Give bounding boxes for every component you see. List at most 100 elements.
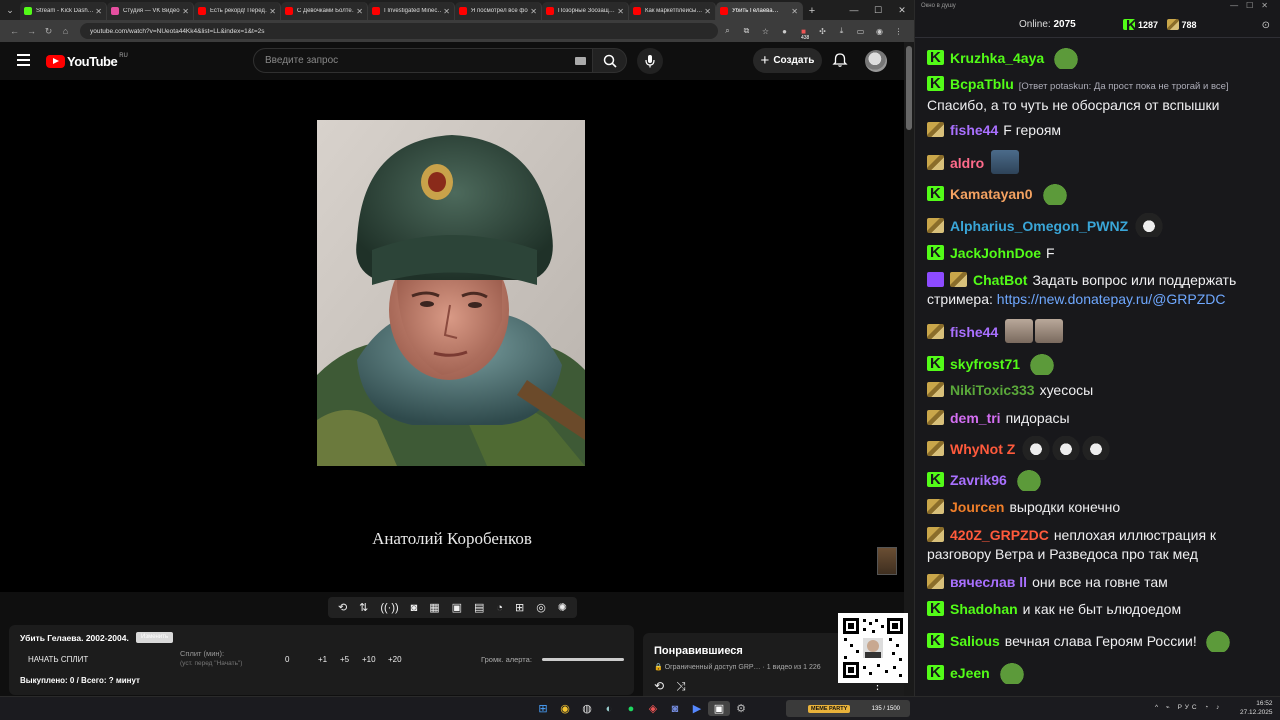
screenshot-icon[interactable]: ◎ bbox=[536, 601, 546, 614]
chat-username[interactable]: eJeen bbox=[950, 665, 990, 681]
back-icon[interactable]: ← bbox=[6, 26, 23, 36]
download-icon[interactable]: ⤓ bbox=[832, 26, 851, 36]
chat-username[interactable]: NikiToxic333 bbox=[950, 382, 1035, 398]
filmstrip-icon[interactable]: ▤ bbox=[474, 601, 484, 614]
obs-icon[interactable]: ◍ bbox=[576, 701, 598, 716]
account-avatar[interactable] bbox=[865, 50, 887, 72]
chat-username[interactable]: dem_tri bbox=[950, 410, 1001, 426]
chat-username[interactable]: Salious bbox=[950, 633, 1000, 649]
sidebar-icon[interactable]: ▭ bbox=[851, 27, 870, 36]
browser-tab[interactable]: Студия — VK Видео ✕ bbox=[107, 2, 194, 20]
alert-volume-slider[interactable] bbox=[542, 658, 624, 661]
spotify-icon[interactable]: ● bbox=[620, 701, 642, 716]
chat-username[interactable]: Alpharius_Omegon_PWNZ bbox=[950, 218, 1128, 234]
chrome-icon[interactable]: ◉ bbox=[554, 701, 576, 716]
tab-close-icon[interactable]: ✕ bbox=[530, 7, 537, 16]
install-icon[interactable]: ⧉ bbox=[737, 26, 756, 36]
app-icon[interactable]: ◈ bbox=[642, 701, 664, 716]
profile-icon[interactable]: ◉ bbox=[870, 27, 889, 36]
browser-tab[interactable]: С Девочками Болте… ✕ bbox=[281, 2, 368, 20]
url-field[interactable]: youtube.com/watch?v=NUeota44Kk4&list=LL&… bbox=[80, 23, 718, 39]
extension-dot-icon[interactable]: ● bbox=[775, 27, 794, 36]
browser-menu-icon[interactable]: ⋮ bbox=[889, 27, 908, 36]
discord-icon[interactable]: ◙ bbox=[664, 701, 686, 716]
tab-close-icon[interactable]: ✕ bbox=[95, 7, 102, 16]
chat-username[interactable]: JackJohnDoe bbox=[950, 245, 1041, 261]
sort-icon[interactable]: ⇅ bbox=[359, 601, 368, 614]
rename-button[interactable]: Изменить bbox=[136, 632, 174, 643]
chat-username[interactable]: BcpaTblu bbox=[950, 76, 1014, 92]
settings-app-icon[interactable]: ⚙ bbox=[730, 701, 752, 716]
loop-icon[interactable]: ⟲ bbox=[338, 601, 347, 614]
video-player[interactable]: Анатолий Коробенков bbox=[0, 80, 904, 592]
tab-close-icon[interactable]: ✕ bbox=[182, 7, 189, 16]
start-icon[interactable]: ⊞ bbox=[532, 701, 554, 716]
chat-link[interactable]: https://new.donatepay.ru/@GRPZDC bbox=[997, 291, 1226, 307]
extension-badge-icon[interactable]: ■ 438 bbox=[794, 27, 813, 41]
maximize-icon[interactable]: ☐ bbox=[866, 0, 890, 20]
shuffle-icon[interactable]: ⤨ bbox=[676, 679, 698, 693]
system-tray[interactable]: ^ ⌁ РУС ◔ ♪ bbox=[1155, 703, 1222, 711]
add-5-button[interactable]: +5 bbox=[340, 655, 349, 664]
audio-icon[interactable]: ((·)) bbox=[380, 602, 398, 614]
chat-settings-icon[interactable]: ⊙ bbox=[1262, 20, 1270, 31]
active-app-icon[interactable]: ▣ bbox=[708, 701, 730, 716]
chat-username[interactable]: вячеслав ll bbox=[950, 574, 1027, 590]
picture-icon[interactable]: ▣ bbox=[452, 601, 462, 614]
mini-thumbnail[interactable] bbox=[877, 547, 897, 575]
page-scrollbar[interactable] bbox=[904, 42, 914, 696]
chat-window-controls[interactable]: —☐✕ bbox=[1230, 1, 1276, 10]
chat-username[interactable]: Kamatayan0 bbox=[950, 186, 1033, 202]
forward-icon[interactable]: → bbox=[23, 26, 40, 36]
notifications-bell-icon[interactable] bbox=[832, 52, 848, 68]
browser-tab[interactable]: Как маркетплейсы… ✕ bbox=[629, 2, 716, 20]
chat-username[interactable]: Jourcen bbox=[950, 499, 1004, 515]
media-player-icon[interactable]: ▶ bbox=[686, 701, 708, 716]
repeat-icon[interactable]: ⟲ bbox=[654, 679, 676, 693]
tab-close-icon[interactable]: ✕ bbox=[617, 7, 624, 16]
browser-tab[interactable]: Stream - Kick Dash… ✕ bbox=[20, 2, 107, 20]
add-10-button[interactable]: +10 bbox=[362, 655, 376, 664]
clock[interactable]: 16:52 27.12.2025 bbox=[1240, 699, 1273, 717]
add-frame-icon[interactable]: ⊞ bbox=[515, 601, 524, 614]
bookmark-star-icon[interactable]: ☆ bbox=[756, 27, 775, 36]
minimize-icon[interactable]: — bbox=[842, 0, 866, 20]
extensions-puzzle-icon[interactable]: ✣ bbox=[813, 27, 832, 36]
playlist-title[interactable]: Понравившиеся bbox=[654, 645, 743, 657]
browser-tab[interactable]: Я посмотрел все фо… ✕ bbox=[455, 2, 542, 20]
browser-tab[interactable]: Есть рекорд! Перед… ✕ bbox=[194, 2, 281, 20]
steam-icon[interactable]: ◐ bbox=[598, 701, 620, 716]
chat-username[interactable]: 420Z_GRPZDC bbox=[950, 527, 1049, 543]
tab-close-icon[interactable]: ✕ bbox=[791, 7, 798, 16]
start-split-button[interactable]: НАЧАТЬ СПЛИТ bbox=[28, 655, 88, 664]
chat-username[interactable]: WhyNot Z bbox=[950, 441, 1015, 457]
youtube-logo[interactable]: YouTube RU bbox=[46, 53, 128, 69]
tab-close-icon[interactable]: ✕ bbox=[269, 7, 276, 16]
browser-tab[interactable]: Убить Гелаева… ✕ bbox=[716, 2, 803, 20]
scrollbar-thumb[interactable] bbox=[906, 46, 912, 130]
watch-icon[interactable]: ◙ bbox=[411, 602, 418, 614]
tab-close-icon[interactable]: ✕ bbox=[356, 7, 363, 16]
keyboard-icon[interactable] bbox=[575, 57, 586, 65]
reload-icon[interactable]: ↻ bbox=[40, 26, 57, 37]
settings-icon[interactable]: ✺ bbox=[558, 601, 567, 614]
home-icon[interactable]: ⌂ bbox=[57, 26, 74, 36]
chat-username[interactable]: Shadohan bbox=[950, 601, 1018, 617]
browser-tab[interactable]: Позорные Зоозащ… ✕ bbox=[542, 2, 629, 20]
add-20-button[interactable]: +20 bbox=[388, 655, 402, 664]
meme-party-widget[interactable]: МЕМЕ PARTY 135 / 1500 bbox=[786, 700, 910, 717]
browser-tab[interactable]: I Investigated Minec… ✕ bbox=[368, 2, 455, 20]
chat-username[interactable]: ChatBot bbox=[973, 272, 1027, 288]
voice-search-button[interactable] bbox=[637, 48, 663, 74]
tab-search-icon[interactable]: ⌄ bbox=[0, 0, 20, 20]
chat-username[interactable]: Kruzhka_4aya bbox=[950, 50, 1044, 66]
new-tab-button[interactable]: + bbox=[803, 2, 821, 20]
search-page-icon[interactable]: ⌕ bbox=[718, 26, 737, 36]
search-input[interactable]: Введите запрос bbox=[253, 48, 593, 73]
speed-icon[interactable]: ◔ bbox=[496, 602, 503, 614]
chat-username[interactable]: fishe44 bbox=[950, 324, 998, 340]
add-1-button[interactable]: +1 bbox=[318, 655, 327, 664]
chat-username[interactable]: aldro bbox=[950, 155, 984, 171]
chat-username[interactable]: Zavrik96 bbox=[950, 472, 1007, 488]
calendar-icon[interactable]: ▦ bbox=[429, 601, 439, 614]
